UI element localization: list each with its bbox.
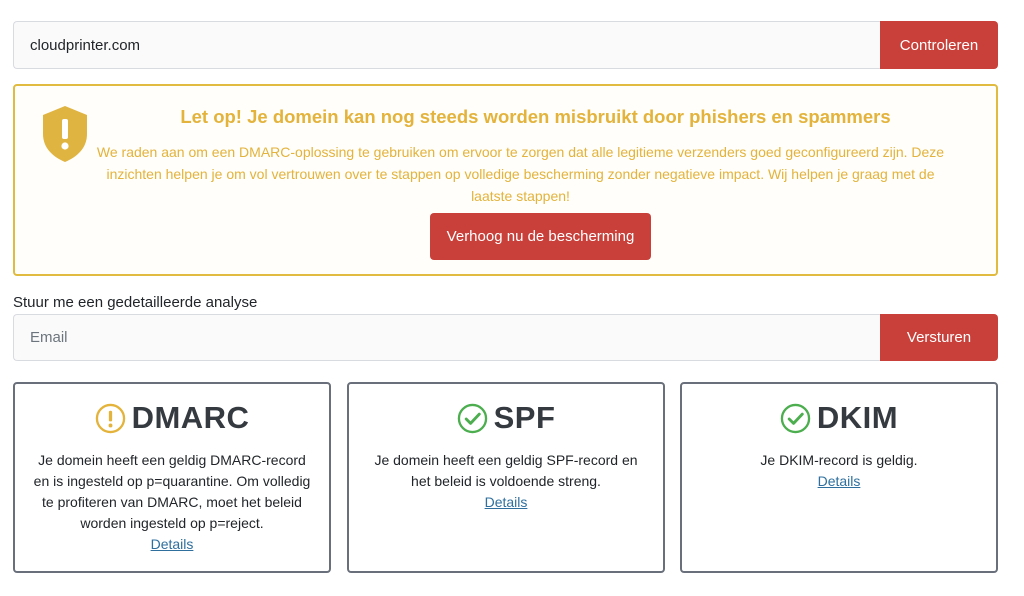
analysis-label: Stuur me een gedetailleerde analyse: [13, 294, 258, 311]
card-description: Je domein heeft een geldig DMARC-record …: [33, 452, 311, 531]
card-header: SPF: [349, 400, 663, 436]
warning-title: Let op! Je domein kan nog steeds worden …: [180, 106, 891, 127]
card-title: SPF: [493, 400, 556, 435]
card-header: DMARC: [15, 400, 329, 436]
spf-card: SPF Je domein heeft een geldig SPF-recor…: [347, 382, 665, 573]
warning-panel: Let op! Je domein kan nog steeds worden …: [13, 84, 998, 276]
dmarc-card: DMARC Je domein heeft een geldig DMARC-r…: [13, 382, 331, 573]
page: Controleren Let op! Je domein kan nog st…: [0, 0, 1024, 596]
increase-protection-button[interactable]: Verhoog nu de bescherming: [430, 213, 651, 260]
check-circle-icon: [780, 403, 811, 433]
warning-text: We raden aan om een DMARC-oplossing te g…: [96, 144, 945, 204]
email-input[interactable]: [13, 314, 880, 361]
card-description: Je domein heeft een geldig SPF-record en…: [374, 452, 638, 489]
details-link[interactable]: Details: [818, 471, 861, 492]
warning-circle-icon: [95, 403, 125, 433]
check-button[interactable]: Controleren: [880, 21, 998, 69]
card-title: DMARC: [131, 400, 250, 435]
check-circle-icon: [457, 403, 487, 433]
card-header: DKIM: [682, 400, 996, 436]
send-button[interactable]: Versturen: [880, 314, 998, 361]
domain-input[interactable]: [13, 21, 880, 69]
details-link[interactable]: Details: [485, 492, 528, 513]
analysis-form: Versturen: [13, 314, 998, 361]
card-title: DKIM: [816, 400, 899, 435]
domain-search-bar: Controleren: [13, 21, 998, 69]
dkim-card: DKIM Je DKIM-record is geldig. Details: [680, 382, 998, 573]
details-link[interactable]: Details: [151, 534, 194, 555]
card-description: Je DKIM-record is geldig.: [760, 452, 918, 468]
